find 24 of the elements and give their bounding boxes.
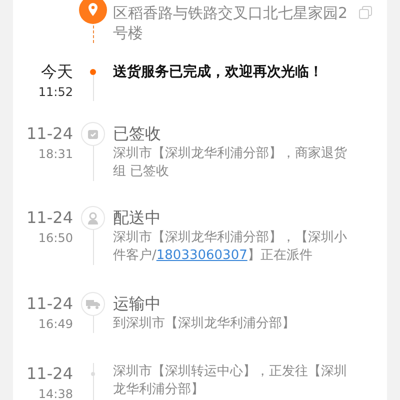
event-date: 11-24	[26, 293, 73, 315]
delivery-address: 区稻香路与铁路交叉口北七星家园2号楼	[113, 3, 349, 43]
event-time: 16:49	[38, 316, 73, 333]
event-title: 配送中	[113, 207, 162, 229]
person-icon	[81, 206, 105, 230]
event-description: 深圳市【深圳转运中心】，正发往【深圳龙华利浦分部】	[113, 363, 348, 399]
event-title: 运输中	[113, 293, 162, 315]
event-date: 今天	[41, 61, 73, 83]
copy-icon[interactable]	[359, 6, 372, 19]
event-description: 深圳市【深圳龙华利浦分部】，商家退货组 已签收	[113, 145, 348, 181]
event-time: 14:38	[38, 386, 73, 400]
event-title: 送货服务已完成，欢迎再次光临！	[113, 62, 324, 82]
event-date: 11-24	[26, 123, 73, 145]
truck-icon	[81, 292, 105, 316]
box-check-icon	[81, 122, 105, 146]
event-description: 到深圳市【深圳龙华利浦分部】	[113, 315, 296, 333]
event-time: 16:50	[38, 230, 73, 247]
phone-link[interactable]: 18033060307	[156, 248, 248, 263]
event-title: 已签收	[113, 123, 162, 145]
event-description: 深圳市【深圳龙华利浦分部】，【深圳小件客户/18033060307】正在派件	[113, 229, 348, 265]
event-time: 11:52	[38, 84, 73, 101]
event-date: 11-24	[26, 363, 73, 385]
event-date: 11-24	[26, 207, 73, 229]
event-time: 18:31	[38, 146, 73, 163]
